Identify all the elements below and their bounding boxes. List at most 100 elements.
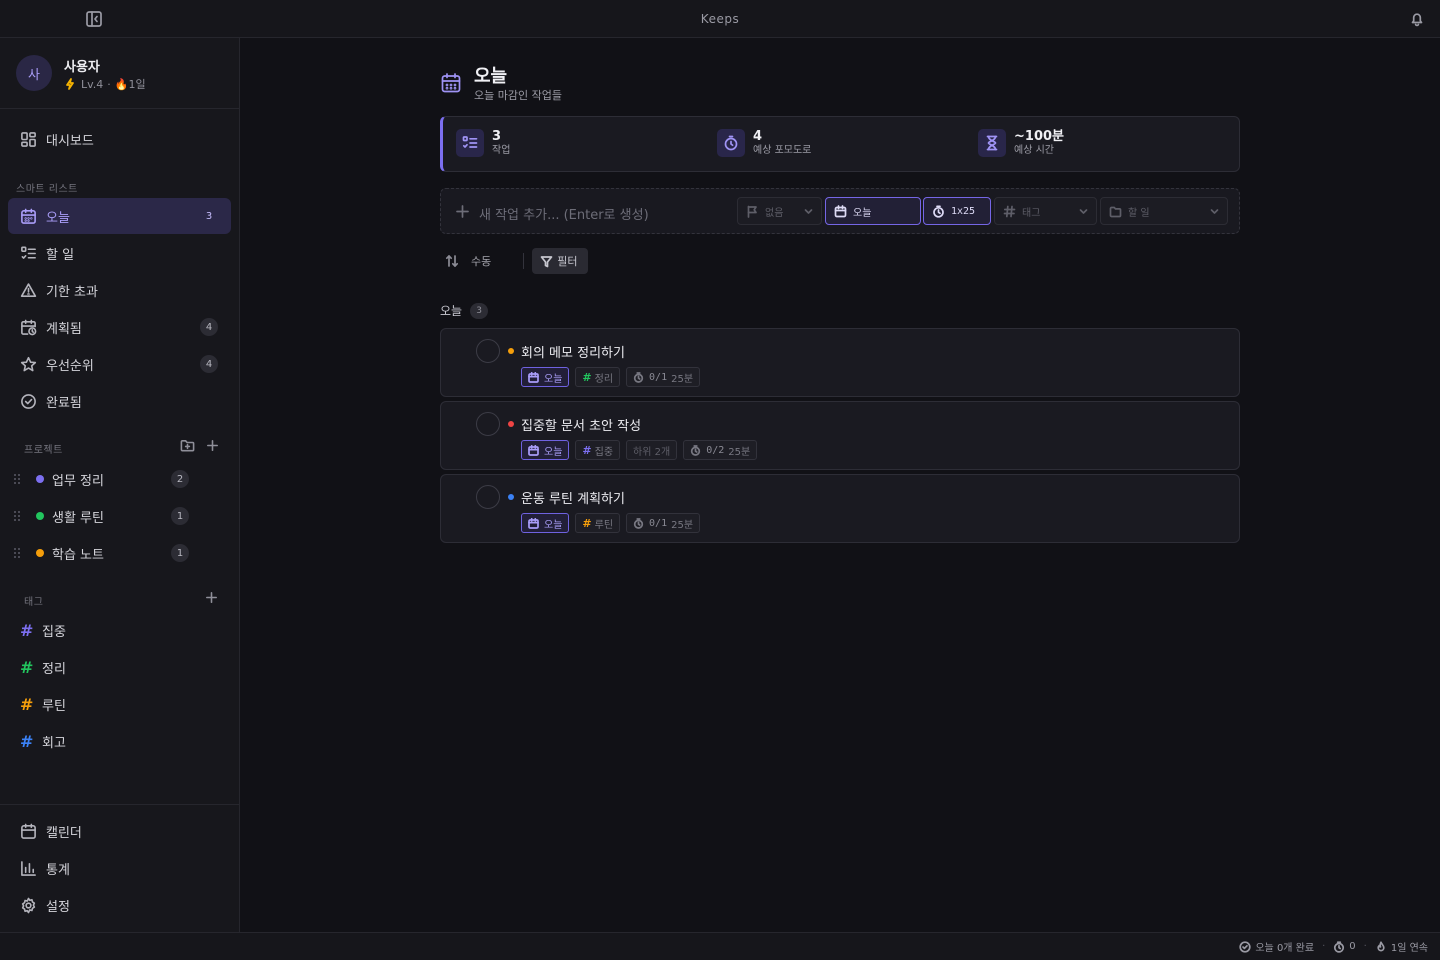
calendar-icon [21,823,36,839]
folder-plus-icon[interactable] [180,438,195,453]
task-tag-chip[interactable]: # 루틴 [575,513,621,533]
stat-value: ~100분 [1014,128,1064,144]
nav-dashboard[interactable]: 대시보드 [8,121,231,157]
chevron-down-icon [1079,209,1088,214]
tag-label: 회고 [42,735,66,751]
task-tag: 정리 [594,373,614,385]
bell-icon[interactable] [1408,10,1426,28]
status-separator: · [1363,941,1367,952]
task-date: 오늘 [544,373,563,385]
timer-icon [724,135,738,151]
task-date-chip[interactable]: 오늘 [521,440,570,460]
timer-icon [633,371,644,383]
smart-list-label: 완료됨 [46,395,82,411]
status-pomodoro-count: 0 [1349,941,1356,952]
flag-icon [747,205,757,218]
filter-button[interactable]: 필터 [532,248,588,274]
task-date-chip[interactable]: 오늘 [521,367,570,387]
list-value: 할 일 [1128,207,1150,219]
task-row[interactable]: 회의 메모 정리하기 오늘 # 정리 0/1 25분 [440,328,1240,397]
task-subtasks-chip[interactable]: 하위 2개 [626,440,678,460]
drag-handle-icon[interactable] [12,509,22,523]
hash-icon: # [20,694,34,714]
hash-icon: # [582,370,592,384]
stat-value: 4 [753,128,763,144]
page-subtitle: 오늘 마감인 작업들 [474,89,562,102]
smart-list-count: 4 [200,318,218,336]
drag-handle-icon[interactable] [12,472,22,486]
stats-summary: 3 작업 4 예상 포모도로 ~100분 예상 시간 [440,116,1240,172]
timer-icon [691,444,701,456]
stat-pomodoros: 4 예상 포모도로 [717,129,811,157]
task-checkbox[interactable] [476,339,500,363]
task-pomodoro-chip: 0/2 25분 [683,440,758,460]
avatar: 사 [16,55,52,91]
task-tag-chip[interactable]: # 집중 [575,440,621,460]
pomodoro-select[interactable]: 1x25 [923,197,991,225]
project-item-work[interactable]: 업무 정리 2 [8,461,231,497]
project-item-study[interactable]: 학습 노트 1 [8,535,231,571]
priority-select[interactable]: 없음 [737,197,822,225]
smart-list-label: 우선순위 [46,358,94,374]
task-meta: 오늘 # 집중 하위 2개 0/2 25분 [521,440,758,460]
user-profile[interactable]: 사 사용자 Lv.4 · 🔥1일 [0,38,239,109]
nav-stats[interactable]: 통계 [8,850,231,886]
project-color-dot [36,475,44,483]
timer-icon [933,204,944,218]
task-checkbox[interactable] [476,485,500,509]
date-select[interactable]: 오늘 [825,197,921,225]
hash-icon: # [20,657,34,677]
task-row[interactable]: 운동 루틴 계획하기 오늘 # 루틴 0/1 25분 [440,474,1240,543]
star-icon [20,356,37,371]
smart-list-planned[interactable]: 계획됨 4 [8,309,231,345]
title-bar: Keeps [0,0,1440,38]
tags-label: 태그 [24,597,44,608]
stat-label: 작업 [492,144,511,156]
project-color-dot [36,549,44,557]
task-duration: 25분 [671,373,694,385]
projects-label: 프로젝트 [24,445,63,456]
add-task-input[interactable]: 새 작업 추가... (Enter로 생성) [479,204,649,223]
smart-list-priority[interactable]: 우선순위 4 [8,346,231,382]
stat-icon-box [717,129,745,157]
task-group-header[interactable]: 오늘 3 [440,302,489,319]
smart-list-overdue[interactable]: 기한 초과 [8,272,231,308]
add-project-icon[interactable] [205,438,220,453]
tag-item-retro[interactable]: # 회고 [20,723,66,759]
task-title: 회의 메모 정리하기 [521,346,625,361]
nav-calendar[interactable]: 캘린더 [8,813,231,849]
project-item-life[interactable]: 생활 루틴 1 [8,498,231,534]
smart-list-today[interactable]: 오늘 3 [8,198,231,234]
smart-list-label: 계획됨 [46,321,82,337]
timer-icon [1334,940,1345,953]
add-tag-icon[interactable] [204,590,219,605]
nav-settings[interactable]: 설정 [8,887,231,923]
calendar-icon [21,208,36,224]
task-duration: 25분 [728,446,751,458]
task-tag-chip[interactable]: # 정리 [575,367,621,387]
hash-icon: # [582,516,592,530]
task-checkbox[interactable] [476,412,500,436]
task-row[interactable]: 집중할 문서 초안 작성 오늘 # 집중 하위 2개 0/2 25분 [440,401,1240,470]
list-select[interactable]: 할 일 [1100,197,1228,225]
tag-item-organize[interactable]: # 정리 [20,649,66,685]
tag-select[interactable]: 태그 [994,197,1097,225]
smart-list-todo[interactable]: 할 일 [8,235,231,271]
tag-label: 집중 [42,624,66,640]
checklist-icon [21,246,36,259]
check-circle-icon [21,393,36,409]
tag-item-routine[interactable]: # 루틴 [20,686,66,722]
sidebar: 사 사용자 Lv.4 · 🔥1일 대시보드 스마트 리스트 오늘 3 할 일 기… [0,38,240,932]
calendar-icon [528,517,539,529]
smart-list-completed[interactable]: 완료됨 [8,383,231,419]
priority-dot [508,494,514,500]
sort-button[interactable]: 수동 [440,253,491,269]
smart-list-count: 3 [205,210,213,222]
toolbar-divider [523,253,525,269]
add-task-bar[interactable]: 새 작업 추가... (Enter로 생성) 없음 오늘 1x25 태그 할 일 [440,188,1240,234]
drag-handle-icon[interactable] [12,546,22,560]
calendar-icon [528,371,539,383]
tag-item-focus[interactable]: # 집중 [20,612,66,648]
smart-list-label: 기한 초과 [46,284,98,300]
task-date-chip[interactable]: 오늘 [521,513,570,533]
